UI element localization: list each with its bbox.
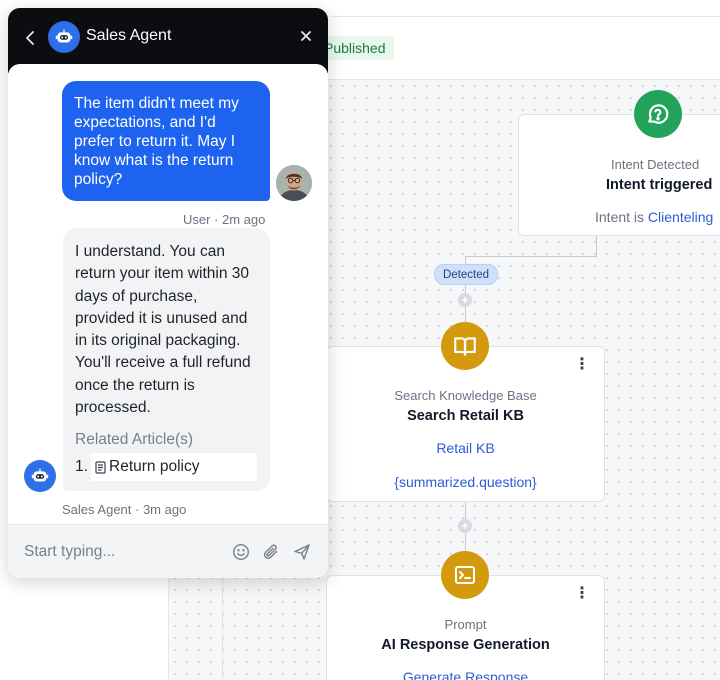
terminal-icon: [441, 551, 489, 599]
related-articles-title: Related Article(s): [75, 431, 194, 449]
chat-composer: [8, 524, 328, 578]
node-kind: Search Knowledge Base: [394, 388, 537, 403]
agent-message: I understand. You can return your item w…: [63, 228, 270, 491]
add-step-plus-icon[interactable]: +: [458, 519, 472, 533]
kb-source-link[interactable]: Retail KB: [327, 440, 604, 456]
kb-query-link[interactable]: {summarized.question}: [327, 474, 604, 490]
node-kind: Intent Detected: [611, 157, 700, 172]
agent-message-meta: Sales Agent · 3m ago: [62, 502, 187, 517]
status-badge: Published: [318, 36, 394, 60]
node-title: Intent triggered: [606, 177, 713, 193]
related-article-link[interactable]: Return policy: [91, 453, 257, 482]
related-article-title: Return policy: [109, 458, 200, 476]
node-intent-condition: Intent is Clienteling: [595, 209, 713, 225]
edge-label-detected[interactable]: Detected: [434, 264, 499, 285]
connector-intent-horizontal: [466, 256, 597, 257]
send-icon[interactable]: [293, 543, 311, 561]
emoji-icon[interactable]: [232, 543, 250, 561]
intent-prefix: Intent is: [595, 209, 645, 225]
book-icon: [441, 322, 489, 370]
add-step-plus-icon[interactable]: +: [458, 293, 472, 307]
user-photo: [276, 165, 312, 201]
related-article-item: 1. Return policy: [75, 453, 258, 482]
paperclip-icon[interactable]: [262, 543, 280, 561]
agent-message-text: I understand. You can return your item w…: [75, 243, 251, 417]
related-article-number: 1.: [75, 458, 88, 476]
chat-widget: Sales Agent The item didn't meet my expe…: [8, 8, 328, 578]
kebab-icon[interactable]: ⋮: [574, 357, 590, 373]
node-intent-detected[interactable]: Intent Detected Intent triggered Intent …: [518, 114, 720, 236]
back-icon[interactable]: [23, 28, 37, 48]
chat-title: Sales Agent: [86, 27, 172, 44]
node-title: AI Response Generation: [381, 637, 550, 653]
topbar-divider: [330, 16, 720, 17]
chat-messages[interactable]: The item didn't meet my expectations, an…: [8, 64, 328, 524]
connector-intent-bend: [596, 236, 597, 256]
help-bubble-icon: [634, 90, 682, 138]
user-message-meta: User · 2m ago: [183, 212, 266, 227]
bot-icon: [48, 21, 80, 53]
user-message: The item didn't meet my expectations, an…: [62, 81, 270, 201]
intent-value-link[interactable]: Clienteling: [648, 209, 713, 225]
bot-icon: [24, 460, 56, 492]
prompt-action-link[interactable]: Generate Response: [327, 669, 604, 680]
close-icon[interactable]: [299, 28, 313, 44]
node-title: Search Retail KB: [407, 408, 524, 424]
node-kind: Prompt: [444, 617, 487, 632]
message-input[interactable]: [24, 539, 224, 565]
document-icon: [95, 461, 106, 474]
kebab-icon[interactable]: ⋮: [574, 586, 590, 602]
